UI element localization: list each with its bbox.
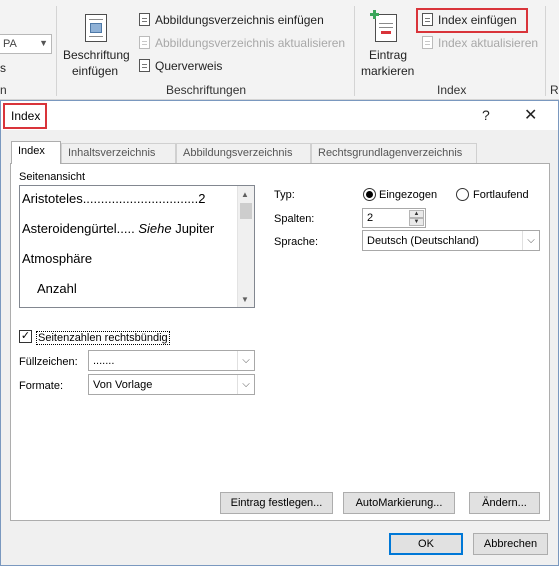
- preview-scrollbar[interactable]: ▲ ▼: [237, 186, 254, 307]
- mark-entry-label-line1: Eintrag: [369, 48, 408, 62]
- dialog-title-highlight: [3, 103, 47, 129]
- left-stub-label: n: [0, 83, 7, 97]
- tab-table-of-figures[interactable]: Abbildungsverzeichnis: [176, 143, 311, 163]
- ribbon-separator: [545, 6, 546, 96]
- ok-button[interactable]: OK: [389, 533, 463, 555]
- index-group-label: Index: [437, 83, 467, 97]
- mark-entry-dialog-button[interactable]: Eintrag festlegen...: [220, 492, 333, 514]
- preview-box: Aristoteles.............................…: [19, 185, 255, 308]
- language-label: Sprache:: [274, 236, 319, 248]
- style-combo[interactable]: PA ▼: [0, 34, 52, 54]
- document-icon: [422, 36, 433, 49]
- columns-stepper[interactable]: 2 ▲ ▼: [362, 208, 426, 228]
- plus-icon: [370, 10, 379, 19]
- insert-caption-icon: [85, 14, 107, 42]
- right-align-checkbox[interactable]: ✓: [19, 330, 32, 343]
- language-value: Deutsch (Deutschland): [367, 235, 479, 247]
- scroll-down-icon[interactable]: ▼: [241, 295, 249, 304]
- radio-run-in-label: Fortlaufend: [473, 189, 529, 201]
- mark-entry-label-line2: markieren: [361, 64, 415, 78]
- preview-entry-see: Siehe: [138, 221, 172, 236]
- document-icon: [139, 36, 150, 49]
- preview-label: Seitenansicht: [19, 171, 86, 183]
- insert-caption-label-line2: einfügen: [72, 64, 119, 78]
- formats-label: Formate:: [19, 380, 64, 392]
- scroll-up-icon[interactable]: ▲: [241, 190, 249, 199]
- formats-select[interactable]: Von Vorlage ⌵: [88, 374, 255, 395]
- preview-subentry: Anzahl: [37, 281, 77, 296]
- mark-entry-button[interactable]: Eintrag markieren: [357, 8, 417, 82]
- tab-table-of-contents[interactable]: Inhaltsverzeichnis: [61, 143, 176, 163]
- document-icon: [139, 13, 150, 26]
- update-index-button: Index aktualisieren: [419, 35, 544, 53]
- tab-table-of-authorities[interactable]: Rechtsgrundlagenverzeichnis: [311, 143, 477, 163]
- radio-run-in[interactable]: [456, 188, 469, 201]
- tab-leader-select[interactable]: ....... ⌵: [88, 350, 255, 371]
- preview-entry: Atmosphäre: [22, 251, 93, 266]
- close-icon[interactable]: ✕: [524, 105, 537, 125]
- scrollbar-thumb[interactable]: [240, 203, 252, 219]
- columns-value: 2: [367, 212, 374, 224]
- language-select[interactable]: Deutsch (Deutschland) ⌵: [362, 230, 540, 251]
- ribbon-separator: [56, 6, 57, 96]
- preview-entry: Aristoteles.............................…: [22, 191, 206, 206]
- insert-table-of-figures-label: Abbildungsverzeichnis einfügen: [155, 13, 324, 27]
- formats-value: Von Vorlage: [93, 379, 153, 391]
- left-stub-text: s: [0, 61, 6, 75]
- radio-indented-label: Eingezogen: [379, 189, 438, 201]
- cross-reference-button[interactable]: Querverweis: [136, 58, 236, 76]
- right-align-label: Seitenzahlen rechtsbündig: [36, 331, 170, 345]
- cross-reference-label: Querverweis: [155, 59, 223, 73]
- chevron-down-icon[interactable]: ⌵: [237, 375, 254, 394]
- insert-caption-label-line1: Beschriftung: [63, 48, 130, 62]
- modify-button[interactable]: Ändern...: [469, 492, 540, 514]
- update-table-of-figures-label: Abbildungsverzeichnis aktualisieren: [155, 36, 346, 50]
- radio-indented[interactable]: [363, 188, 376, 201]
- chevron-down-icon: ▼: [39, 38, 48, 48]
- dialog-titlebar: Index ? ✕: [1, 101, 558, 130]
- tab-leader-label: Füllzeichen:: [19, 356, 78, 368]
- index-tab-panel: Seitenansicht Aristoteles...............…: [10, 163, 550, 521]
- chevron-down-icon[interactable]: ⌵: [522, 231, 539, 250]
- update-index-label: Index aktualisieren: [438, 36, 539, 50]
- document-icon: [139, 59, 150, 72]
- preview-entry-text: Asteroidengürtel.....: [22, 221, 139, 236]
- captions-group-label: Beschriftungen: [166, 83, 247, 97]
- preview-entry-target: Jupiter: [171, 221, 215, 236]
- cancel-button[interactable]: Abbrechen: [473, 533, 548, 555]
- columns-label: Spalten:: [274, 213, 315, 225]
- insert-caption-button[interactable]: Beschriftung einfügen: [60, 8, 132, 82]
- insert-table-of-figures-button[interactable]: Abbildungsverzeichnis einfügen: [136, 12, 336, 30]
- stepper-buttons: ▲ ▼: [409, 210, 424, 226]
- insert-index-highlight: [416, 8, 528, 33]
- tab-leader-value: .......: [93, 355, 115, 367]
- update-table-of-figures-button: Abbildungsverzeichnis aktualisieren: [136, 35, 351, 53]
- ribbon-separator: [354, 6, 355, 96]
- radio-selected-dot: [366, 191, 373, 198]
- preview-entry: Asteroidengürtel..... Siehe Jupiter: [22, 221, 214, 236]
- automark-button[interactable]: AutoMarkierung...: [343, 492, 455, 514]
- right-stub-label: R: [550, 83, 559, 97]
- index-dialog: Index ? ✕ Index Inhaltsverzeichnis Abbil…: [0, 100, 559, 566]
- spin-up-icon[interactable]: ▲: [409, 210, 424, 218]
- type-label: Typ:: [274, 189, 295, 201]
- chevron-down-icon[interactable]: ⌵: [237, 351, 254, 370]
- tab-index[interactable]: Index: [11, 141, 61, 164]
- spin-down-icon[interactable]: ▼: [409, 218, 424, 226]
- ribbon: PA ▼ s n Beschriftung einfügen Abbildung…: [0, 0, 559, 100]
- style-combo-value: PA: [3, 38, 17, 50]
- help-icon[interactable]: ?: [482, 107, 490, 123]
